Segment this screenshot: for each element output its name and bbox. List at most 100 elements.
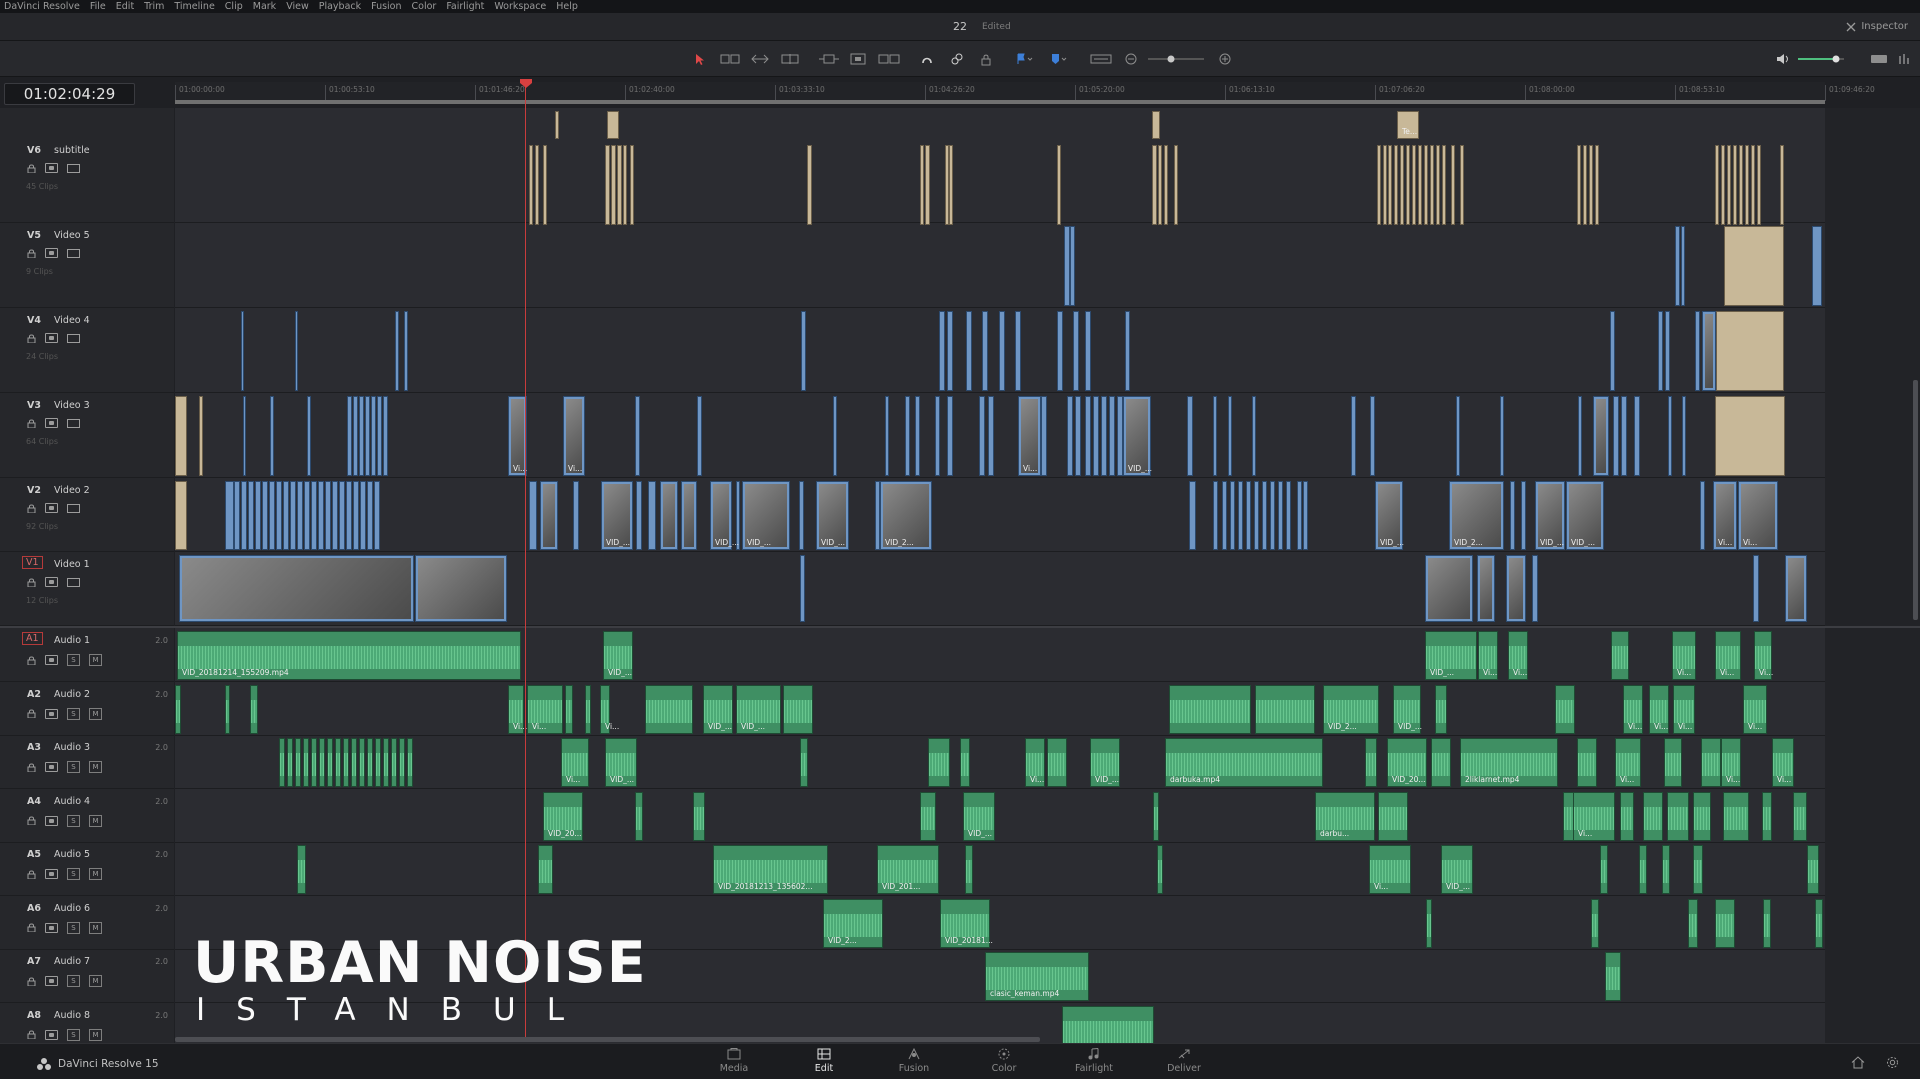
audio-clip[interactable]: VID_... [605, 738, 637, 787]
audio-clip[interactable] [375, 738, 381, 787]
subtitle-clip[interactable] [1577, 145, 1581, 225]
video-clip[interactable] [367, 481, 373, 550]
audio-clip[interactable] [1662, 845, 1670, 894]
audio-clip[interactable] [407, 738, 413, 787]
video-clip[interactable] [939, 311, 945, 391]
video-clip[interactable] [269, 481, 275, 550]
audio-clip[interactable] [1815, 898, 1823, 948]
audio-clip[interactable] [335, 738, 341, 787]
video-clip[interactable] [374, 481, 380, 550]
subtitle-clip[interactable] [925, 145, 930, 225]
video-clip[interactable]: Vi... [563, 396, 585, 476]
track-name[interactable]: Video 2 [54, 485, 90, 496]
video-clip[interactable]: VID_... [1535, 481, 1565, 550]
video-clip[interactable] [915, 396, 920, 476]
audio-clip[interactable] [1763, 898, 1771, 948]
audio-clip[interactable]: 2liklarnet.mp4 [1460, 738, 1558, 787]
audio-clip[interactable] [1807, 845, 1819, 894]
audio-track-header-a5[interactable]: A5 Audio 5 2.0 S M [0, 843, 174, 896]
audio-clip[interactable]: Vi... [1715, 631, 1741, 680]
video-clip[interactable] [339, 481, 345, 550]
video-clip[interactable] [346, 481, 352, 550]
video-clip[interactable] [1187, 396, 1193, 476]
audio-clip[interactable] [175, 684, 181, 734]
subtitle-clip[interactable] [1383, 145, 1387, 225]
marker-icon[interactable] [1050, 51, 1068, 67]
menu-item-edit[interactable]: Edit [116, 1, 134, 12]
audio-clip[interactable] [1611, 631, 1629, 680]
subtitle-clip[interactable] [1377, 145, 1381, 225]
audio-clip[interactable] [359, 738, 365, 787]
video-clip[interactable] [1213, 481, 1218, 550]
lock-track-icon[interactable] [27, 249, 36, 258]
video-clip[interactable] [1238, 481, 1243, 550]
menu-item-playback[interactable]: Playback [319, 1, 361, 12]
overwrite-clip-icon[interactable] [848, 51, 868, 67]
subtitle-clip[interactable] [1757, 145, 1761, 225]
video-clip[interactable] [1262, 481, 1267, 550]
track-visibility-icon[interactable] [67, 503, 80, 513]
video-clip[interactable] [1613, 396, 1619, 476]
audio-clip[interactable] [327, 738, 333, 787]
page-tab-deliver[interactable]: Deliver [1154, 1048, 1214, 1078]
subtitle-clip[interactable] [1164, 145, 1168, 225]
insert-clip-icon[interactable] [818, 51, 840, 67]
menu-item-file[interactable]: File [90, 1, 106, 12]
video-clip[interactable] [1477, 555, 1495, 622]
video-clip[interactable] [947, 311, 953, 391]
video-clip[interactable] [1681, 226, 1685, 306]
subtitle-clip[interactable] [529, 145, 533, 225]
subtitle-clip[interactable] [1406, 145, 1410, 225]
audio-clip[interactable] [1701, 738, 1721, 787]
track-visibility-icon[interactable] [67, 248, 80, 258]
subtitle-clip[interactable] [1424, 145, 1428, 225]
page-tab-fairlight[interactable]: Fairlight [1064, 1048, 1124, 1078]
video-clip[interactable] [1593, 396, 1609, 476]
flag-icon[interactable] [1016, 51, 1034, 67]
auto-select-icon[interactable] [45, 655, 58, 665]
menu-item-mark[interactable]: Mark [253, 1, 276, 12]
audio-clip[interactable]: Vi... [561, 738, 589, 787]
video-clip[interactable]: VID_... [1375, 481, 1404, 550]
audio-clip[interactable]: Vi... [1573, 791, 1615, 841]
video-clip[interactable] [371, 396, 376, 476]
audio-clip[interactable] [965, 845, 973, 894]
auto-select-icon[interactable] [45, 418, 58, 428]
lock-track-icon[interactable] [27, 763, 36, 772]
audio-clip[interactable]: Vi... [1649, 684, 1669, 734]
video-clip[interactable] [1695, 311, 1700, 391]
audio-clip[interactable]: VID_20... [543, 791, 583, 841]
audio-clip[interactable] [693, 791, 705, 841]
solo-button[interactable]: S [67, 707, 80, 720]
audio-clip[interactable]: VID_... [1425, 631, 1477, 680]
audio-clip[interactable]: Vi... [1772, 738, 1794, 787]
video-clip[interactable] [1228, 396, 1232, 476]
video-clip[interactable] [377, 396, 382, 476]
track-id[interactable]: V2 [27, 485, 41, 496]
video-track-header-v3[interactable]: V3 Video 3 64 Clips [0, 394, 174, 478]
video-clip[interactable] [297, 481, 303, 550]
subtitle-clip[interactable] [1724, 226, 1784, 306]
video-clip[interactable] [988, 396, 994, 476]
audio-clip[interactable] [1555, 684, 1575, 734]
video-clip[interactable] [979, 396, 985, 476]
auto-select-icon[interactable] [45, 248, 58, 258]
video-clip[interactable] [1278, 481, 1283, 550]
audio-clip[interactable] [1693, 791, 1711, 841]
subtitle-clip[interactable] [1715, 396, 1785, 476]
video-clip[interactable] [1425, 555, 1473, 622]
snapping-icon[interactable] [920, 51, 934, 67]
audio-clip[interactable] [311, 738, 317, 787]
audio-clip[interactable]: Vi... [1508, 631, 1528, 680]
vertical-scrollbar[interactable] [1913, 380, 1918, 620]
mute-button[interactable]: M [89, 921, 102, 934]
audio-clip[interactable]: VID_... [963, 791, 995, 841]
replace-clip-icon[interactable] [878, 51, 900, 67]
audio-clip[interactable] [1715, 898, 1735, 948]
auto-select-icon[interactable] [45, 503, 58, 513]
linked-selection-icon[interactable] [950, 51, 964, 67]
video-clip[interactable] [383, 396, 388, 476]
video-clip[interactable] [573, 481, 579, 550]
video-clip[interactable]: VID_2... [880, 481, 932, 550]
audio-clip[interactable] [1365, 738, 1377, 787]
